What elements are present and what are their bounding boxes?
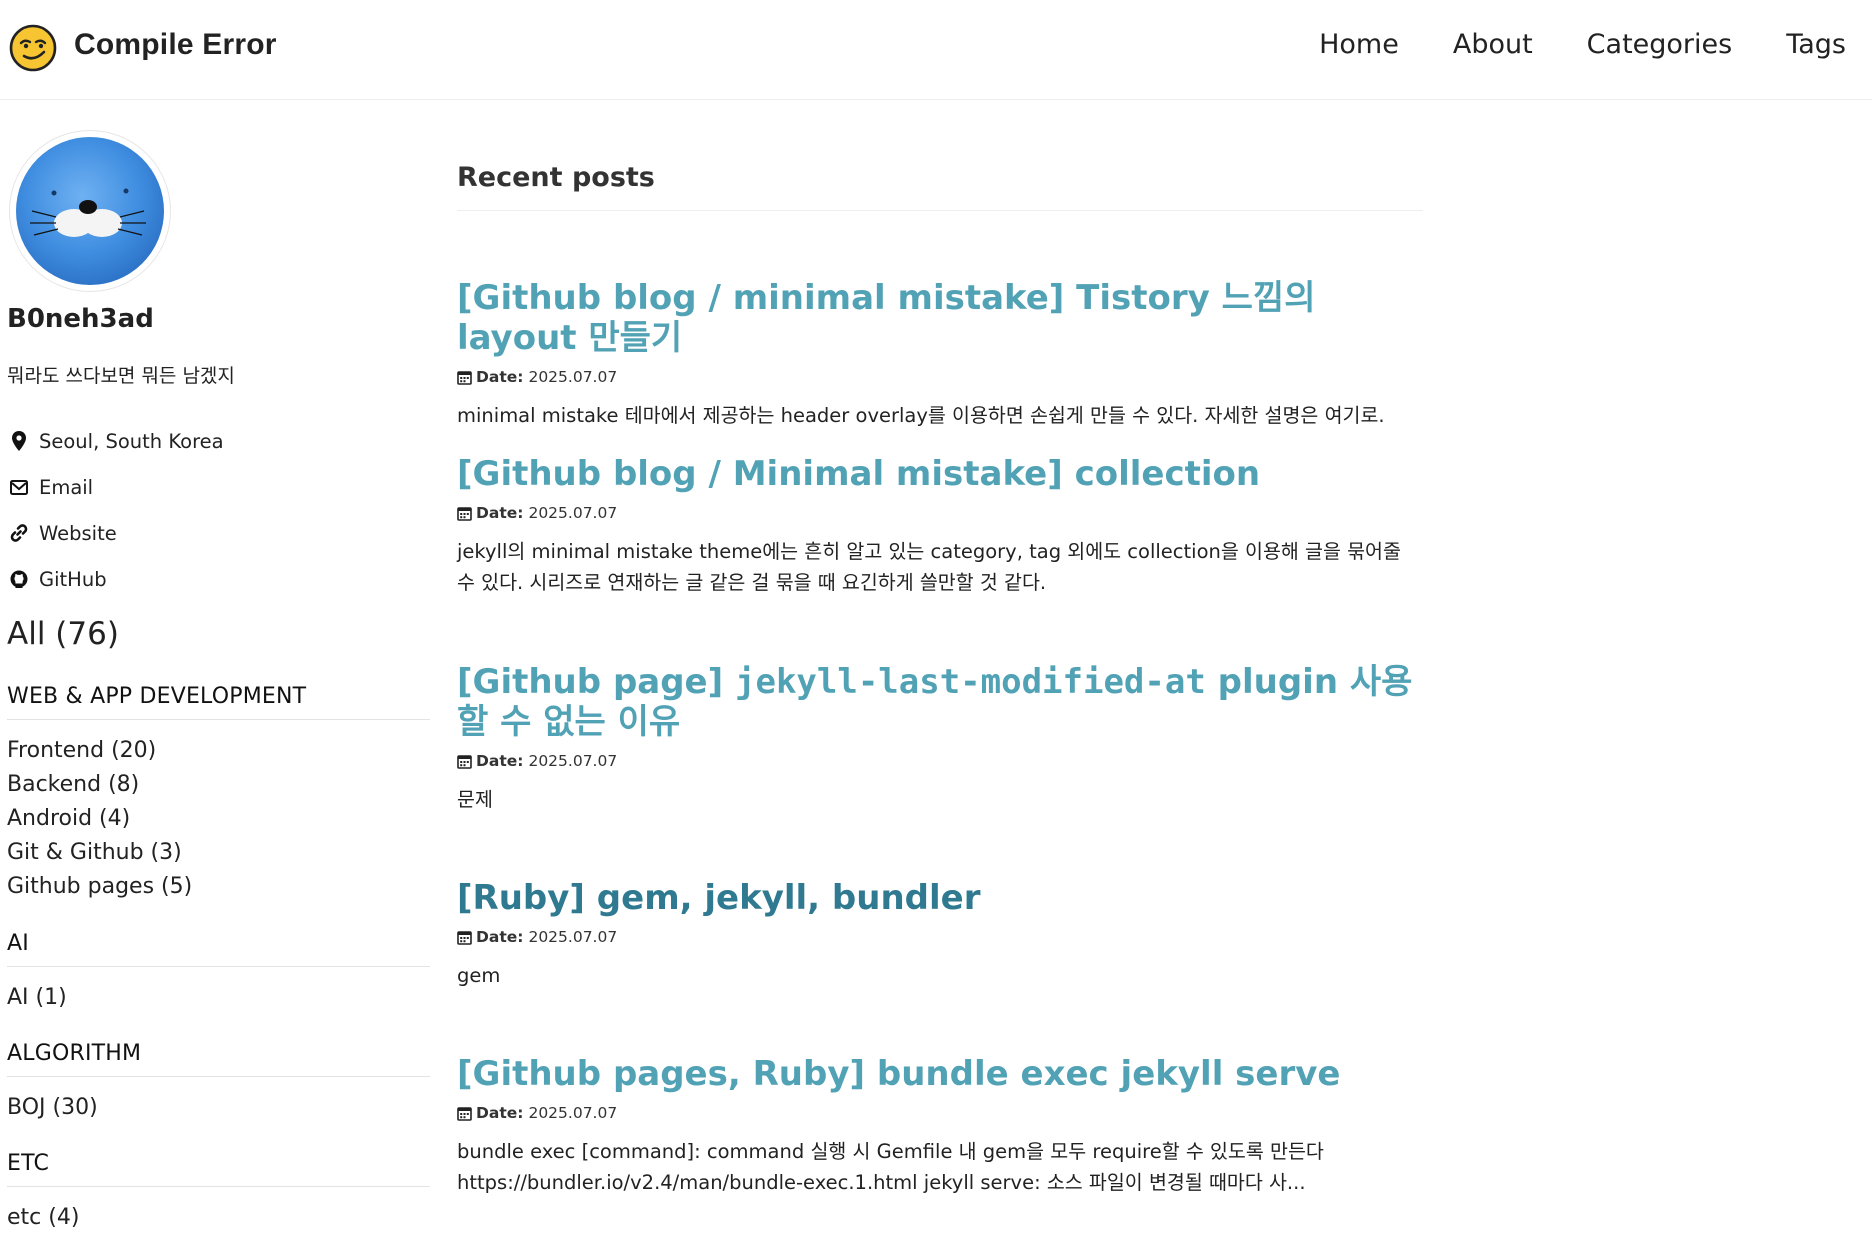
category-item[interactable]: BOJ (30) <box>7 1091 430 1125</box>
section-divider <box>457 210 1423 211</box>
date-label: Date: <box>476 504 524 522</box>
smirk-emoji-icon[interactable] <box>9 24 57 72</box>
post-title-prefix: [Github page] <box>457 662 735 702</box>
category-group-ai: AI AI (1) <box>7 931 430 1015</box>
category-item[interactable]: Github pages (5) <box>7 870 430 904</box>
post-item: [Github page] jekyll-last-modified-at pl… <box>457 662 1423 815</box>
date-label: Date: <box>476 752 524 770</box>
post-excerpt: 문제 <box>457 788 493 811</box>
post-item: [Github pages, Ruby] bundle exec jekyll … <box>457 1054 1423 1198</box>
post-excerpt: jekyll의 minimal mistake theme에는 흔히 알고 있는… <box>457 540 1401 594</box>
author-links: Seoul, South Korea Email Website GitHub <box>9 418 224 602</box>
category-item[interactable]: Git & Github (3) <box>7 836 430 870</box>
category-list: BOJ (30) <box>7 1091 430 1125</box>
post-date: 2025.07.07 <box>528 928 618 946</box>
github-icon <box>9 569 29 589</box>
category-group-algorithm: ALGORITHM BOJ (30) <box>7 1041 430 1125</box>
seal-avatar-image <box>16 137 164 285</box>
author-name: B0neh3ad <box>7 304 154 334</box>
post-item: [Ruby] gem, jekyll, bundler Date: 2025.0… <box>457 878 1423 991</box>
post-meta: Date: 2025.07.07 <box>457 1104 1423 1122</box>
category-heading: AI <box>7 931 430 967</box>
link-icon <box>9 523 29 543</box>
post-title-link[interactable]: [Github blog / minimal mistake] Tistory … <box>457 278 1423 358</box>
date-label: Date: <box>476 368 524 386</box>
post-meta: Date: 2025.07.07 <box>457 368 1423 386</box>
calendar-icon <box>457 930 472 945</box>
post-meta: Date: 2025.07.07 <box>457 752 1423 770</box>
author-location: Seoul, South Korea <box>9 418 224 464</box>
calendar-icon <box>457 370 472 385</box>
calendar-icon <box>457 506 472 521</box>
post-date: 2025.07.07 <box>528 504 618 522</box>
author-email-link[interactable]: Email <box>9 464 224 510</box>
author-website-label[interactable]: Website <box>39 522 117 545</box>
category-item[interactable]: etc (4) <box>7 1201 430 1235</box>
site-title[interactable]: Compile Error <box>74 25 277 65</box>
nav-home[interactable]: Home <box>1319 25 1399 65</box>
map-marker-icon <box>9 431 29 451</box>
post-date: 2025.07.07 <box>528 1104 618 1122</box>
post-title-link[interactable]: [Github page] jekyll-last-modified-at pl… <box>457 662 1423 742</box>
post-item: [Github blog / Minimal mistake] collecti… <box>457 454 1423 598</box>
author-email-label[interactable]: Email <box>39 476 93 499</box>
author-bio: 뭐라도 쓰다보면 뭐든 남겠지 <box>7 365 235 387</box>
masthead: Compile Error Home About Categories Tags <box>0 0 1872 100</box>
category-list: AI (1) <box>7 981 430 1015</box>
category-all-link[interactable]: All (76) <box>7 616 119 652</box>
post-title-link[interactable]: [Ruby] gem, jekyll, bundler <box>457 878 1423 918</box>
category-heading: ALGORITHM <box>7 1041 430 1077</box>
category-group-web-app: WEB & APP DEVELOPMENT Frontend (20) Back… <box>7 684 430 904</box>
author-location-label: Seoul, South Korea <box>39 429 224 453</box>
nav-tags[interactable]: Tags <box>1786 25 1846 65</box>
category-heading: ETC <box>7 1151 430 1187</box>
nav-about[interactable]: About <box>1453 25 1533 65</box>
recent-posts-title: Recent posts <box>457 162 655 193</box>
post-title-link[interactable]: [Github blog / Minimal mistake] collecti… <box>457 454 1423 494</box>
post-excerpt: bundle exec [command]: command 실행 시 Gemf… <box>457 1140 1324 1194</box>
calendar-icon <box>457 1106 472 1121</box>
post-title-link[interactable]: [Github pages, Ruby] bundle exec jekyll … <box>457 1054 1423 1094</box>
author-github-label[interactable]: GitHub <box>39 568 107 591</box>
post-item: [Github blog / minimal mistake] Tistory … <box>457 278 1423 431</box>
avatar <box>9 130 171 292</box>
main-nav: Home About Categories Tags <box>1265 25 1846 65</box>
category-item[interactable]: Frontend (20) <box>7 734 430 768</box>
category-item[interactable]: AI (1) <box>7 981 430 1015</box>
category-item[interactable]: Backend (8) <box>7 768 430 802</box>
post-date: 2025.07.07 <box>528 752 618 770</box>
envelope-icon <box>9 477 29 497</box>
category-item[interactable]: Android (4) <box>7 802 430 836</box>
author-website-link[interactable]: Website <box>9 510 224 556</box>
post-excerpt: minimal mistake 테마에서 제공하는 header overlay… <box>457 404 1385 427</box>
post-meta: Date: 2025.07.07 <box>457 504 1423 522</box>
post-date: 2025.07.07 <box>528 368 618 386</box>
nav-categories[interactable]: Categories <box>1587 25 1733 65</box>
post-excerpt: gem <box>457 964 501 987</box>
post-title-code: jekyll-last-modified-at <box>735 662 1206 702</box>
category-heading: WEB & APP DEVELOPMENT <box>7 684 430 720</box>
date-label: Date: <box>476 1104 524 1122</box>
post-meta: Date: 2025.07.07 <box>457 928 1423 946</box>
author-github-link[interactable]: GitHub <box>9 556 224 602</box>
category-list: etc (4) <box>7 1201 430 1235</box>
date-label: Date: <box>476 928 524 946</box>
calendar-icon <box>457 754 472 769</box>
category-group-etc: ETC etc (4) <box>7 1151 430 1235</box>
category-list: Frontend (20) Backend (8) Android (4) Gi… <box>7 734 430 904</box>
